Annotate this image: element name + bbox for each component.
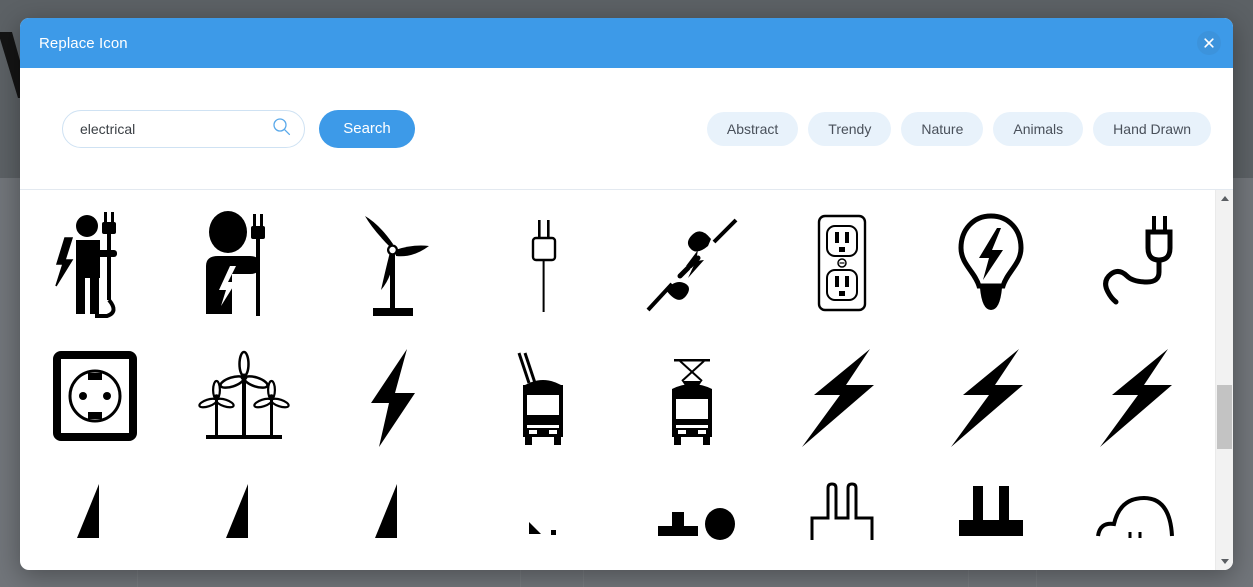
icon-result-plug-with-curly-cord[interactable] xyxy=(1086,206,1194,324)
icon-result-clipped-triangle-2[interactable] xyxy=(190,474,298,570)
icon-result-trolleybus[interactable] xyxy=(489,340,597,458)
results-scrollbar[interactable] xyxy=(1215,190,1233,570)
icon-result-wind-turbine[interactable] xyxy=(339,206,447,324)
icon-result-lightning-bolt-2[interactable] xyxy=(937,340,1045,458)
category-nature[interactable]: Nature xyxy=(901,111,984,146)
icon-result-clipped-triangle-1[interactable] xyxy=(41,474,149,570)
icon-result-wind-farm[interactable] xyxy=(190,340,298,458)
scrollbar-thumb[interactable] xyxy=(1217,385,1232,449)
scroll-down-arrow-glyph xyxy=(1220,559,1229,564)
icon-results-region xyxy=(20,190,1233,570)
search-toolbar: Search Abstract Trendy Nature Animals Ha… xyxy=(20,68,1233,190)
icon-result-clipped-socket-outline[interactable] xyxy=(788,474,896,570)
icon-result-lightbulb-with-bolt[interactable] xyxy=(937,206,1045,324)
category-filter-list: Abstract Trendy Nature Animals Hand Draw… xyxy=(706,111,1211,146)
icon-result-lightning-bolt-3[interactable] xyxy=(1086,340,1194,458)
icon-result-clipped-cloud[interactable] xyxy=(1086,474,1194,570)
icon-result-lightning-bolt-1[interactable] xyxy=(788,340,896,458)
icon-result-clipped-plug-dot[interactable] xyxy=(638,474,746,570)
category-abstract[interactable]: Abstract xyxy=(706,111,799,146)
chevron-up-icon[interactable] xyxy=(1216,190,1233,207)
icon-result-european-socket[interactable] xyxy=(41,340,149,458)
icon-result-disconnected-plug-spark[interactable] xyxy=(638,206,746,324)
icon-result-clipped-small-mark[interactable] xyxy=(489,474,597,570)
replace-icon-dialog: Replace Icon Search Abstract Trendy Natu… xyxy=(20,18,1233,570)
search-input[interactable] xyxy=(62,109,305,148)
scroll-up-arrow-glyph xyxy=(1220,196,1229,201)
dialog-header: Replace Icon xyxy=(20,18,1233,68)
category-trendy[interactable]: Trendy xyxy=(808,111,892,146)
category-animals[interactable]: Animals xyxy=(993,111,1084,146)
icon-result-electrician-with-plug[interactable] xyxy=(41,206,149,324)
category-hand-drawn[interactable]: Hand Drawn xyxy=(1093,111,1211,146)
icon-result-electrician-bust-with-plug[interactable] xyxy=(190,206,298,324)
chevron-down-icon[interactable] xyxy=(1216,553,1233,570)
search-box xyxy=(62,109,305,148)
icon-result-lightning-bolt-outline[interactable] xyxy=(339,340,447,458)
close-icon[interactable] xyxy=(1197,31,1221,55)
icon-result-clipped-socket-solid[interactable] xyxy=(937,474,1045,570)
icon-result-clipped-triangle-3[interactable] xyxy=(339,474,447,570)
icon-result-wall-outlet[interactable] xyxy=(788,206,896,324)
search-button[interactable]: Search xyxy=(319,109,415,148)
icon-grid xyxy=(20,190,1215,570)
icon-result-tram[interactable] xyxy=(638,340,746,458)
dialog-title: Replace Icon xyxy=(39,34,128,52)
icon-result-plug-with-straight-cable[interactable] xyxy=(489,206,597,324)
